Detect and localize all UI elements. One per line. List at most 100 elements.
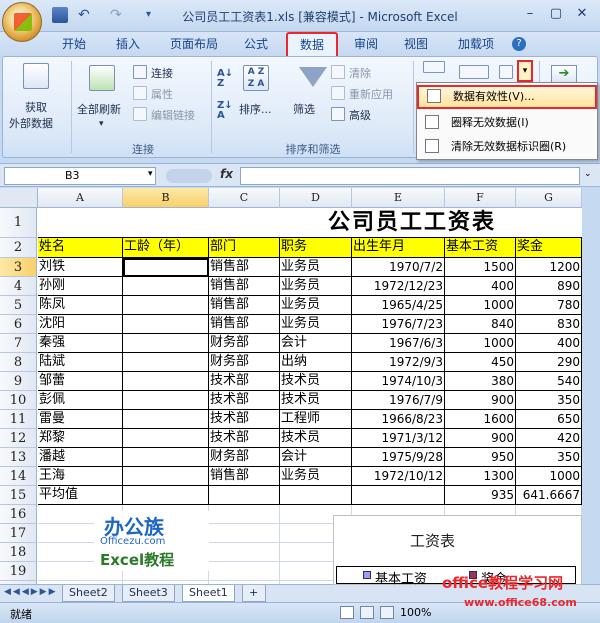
table-cell[interactable]: 技术员 xyxy=(280,372,352,391)
table-cell[interactable]: 刘铁 xyxy=(38,258,123,277)
table-cell[interactable]: 技术部 xyxy=(209,410,280,429)
get-external-data-label-1[interactable]: 获取 xyxy=(25,99,47,115)
table-cell[interactable]: 650 xyxy=(516,410,582,429)
column-header[interactable]: E xyxy=(352,188,445,208)
table-cell[interactable]: 1972/12/23 xyxy=(352,277,445,296)
row-header[interactable]: 13 xyxy=(0,448,37,467)
table-cell[interactable]: 1965/4/25 xyxy=(352,296,445,315)
table-cell[interactable]: 1971/3/12 xyxy=(352,429,445,448)
table-cell[interactable]: 420 xyxy=(516,429,582,448)
office-button[interactable] xyxy=(2,2,42,42)
table-cell[interactable]: 出纳 xyxy=(280,353,352,372)
table-cell[interactable]: 孙刚 xyxy=(38,277,123,296)
advanced-button[interactable]: 高级 xyxy=(349,107,371,123)
table-cell[interactable]: 职务 xyxy=(280,238,352,258)
tab-review[interactable]: 审阅 xyxy=(348,35,384,56)
table-cell[interactable]: 业务员 xyxy=(280,277,352,296)
menu-item-clear-circles[interactable]: 清除无效数据标识圈(R) xyxy=(417,135,597,159)
text-to-columns-icon[interactable] xyxy=(423,61,445,73)
tab-insert[interactable]: 插入 xyxy=(110,35,146,56)
table-cell[interactable]: 350 xyxy=(516,448,582,467)
maximize-icon[interactable]: ▢ xyxy=(544,4,568,24)
table-cell[interactable]: 销售部 xyxy=(209,467,280,486)
table-cell[interactable]: 1970/7/2 xyxy=(352,258,445,277)
table-cell[interactable]: 陆斌 xyxy=(38,353,123,372)
insert-function-icon[interactable]: fx xyxy=(220,167,233,181)
table-cell[interactable]: 会计 xyxy=(280,334,352,353)
table-cell[interactable]: 1974/10/3 xyxy=(352,372,445,391)
table-cell[interactable]: 935 xyxy=(445,486,516,505)
table-cell[interactable]: 380 xyxy=(445,372,516,391)
get-external-data-label-2[interactable]: 外部数据 xyxy=(9,115,53,131)
sheet-tab-sheet3[interactable]: Sheet3 xyxy=(122,585,175,602)
column-header[interactable]: G xyxy=(516,188,582,208)
row-header[interactable]: 9 xyxy=(0,372,37,391)
table-cell[interactable]: 830 xyxy=(516,315,582,334)
table-cell[interactable] xyxy=(280,486,352,505)
table-cell[interactable]: 1200 xyxy=(516,258,582,277)
table-cell[interactable]: 技术部 xyxy=(209,372,280,391)
table-cell[interactable]: 技术员 xyxy=(280,391,352,410)
column-header[interactable]: A xyxy=(38,188,123,208)
table-cell[interactable]: 基本工资 xyxy=(445,238,516,258)
table-cell[interactable]: 销售部 xyxy=(209,258,280,277)
table-cell[interactable]: 业务员 xyxy=(280,467,352,486)
properties-button[interactable]: 属性 xyxy=(151,86,173,102)
sheet-tab-sheet2[interactable]: Sheet2 xyxy=(62,585,115,602)
table-cell[interactable]: 1967/6/3 xyxy=(352,334,445,353)
sort-za-icon[interactable]: Z↓ A xyxy=(217,101,233,121)
column-header[interactable]: C xyxy=(209,188,280,208)
name-box[interactable]: B3 xyxy=(4,167,156,185)
edit-links-button[interactable]: 编辑链接 xyxy=(151,107,195,123)
table-cell[interactable] xyxy=(123,334,209,353)
table-cell[interactable]: 财务部 xyxy=(209,334,280,353)
row-header[interactable]: 6 xyxy=(0,315,37,334)
reapply-button[interactable]: 重新应用 xyxy=(349,86,393,102)
row-header[interactable]: 3 xyxy=(0,258,37,277)
table-cell[interactable]: 1600 xyxy=(445,410,516,429)
row-header[interactable]: 11 xyxy=(0,410,37,429)
table-cell[interactable] xyxy=(352,486,445,505)
sheet-nav-icons[interactable]: ◀◀◀▶▶▶ xyxy=(4,587,58,597)
connections-button[interactable]: 连接 xyxy=(151,65,173,81)
row-header[interactable]: 5 xyxy=(0,296,37,315)
normal-view-icon[interactable] xyxy=(340,606,354,619)
table-cell[interactable]: 890 xyxy=(516,277,582,296)
table-cell[interactable] xyxy=(209,524,280,543)
table-cell[interactable]: 业务员 xyxy=(280,258,352,277)
close-icon[interactable]: ✕ xyxy=(570,4,594,24)
refresh-dropdown-icon[interactable]: ▾ xyxy=(99,119,104,129)
table-cell[interactable] xyxy=(123,296,209,315)
table-cell[interactable]: 销售部 xyxy=(209,296,280,315)
clear-button[interactable]: 清除 xyxy=(349,65,371,81)
save-icon[interactable] xyxy=(52,7,68,23)
table-cell[interactable]: 350 xyxy=(516,391,582,410)
tab-view[interactable]: 视图 xyxy=(398,35,434,56)
table-cell[interactable]: 潘越 xyxy=(38,448,123,467)
table-cell[interactable]: 奖金 xyxy=(516,238,582,258)
table-cell[interactable]: 财务部 xyxy=(209,448,280,467)
name-box-dropdown-icon[interactable]: ▾ xyxy=(148,169,153,179)
column-header[interactable]: F xyxy=(445,188,516,208)
table-cell[interactable]: 1972/10/12 xyxy=(352,467,445,486)
data-validation-icon[interactable] xyxy=(499,65,513,79)
table-cell[interactable] xyxy=(123,429,209,448)
table-cell[interactable]: 彭佩 xyxy=(38,391,123,410)
row-header[interactable]: 1 xyxy=(0,208,37,238)
table-cell[interactable]: 业务员 xyxy=(280,315,352,334)
table-cell[interactable]: 雷曼 xyxy=(38,410,123,429)
data-validation-dropdown-icon[interactable]: ▾ xyxy=(517,60,533,82)
tab-data[interactable]: 数据 xyxy=(286,32,338,58)
table-cell[interactable] xyxy=(123,315,209,334)
table-cell[interactable]: 641.6667 xyxy=(516,486,582,505)
row-header[interactable]: 12 xyxy=(0,429,37,448)
table-cell[interactable]: 900 xyxy=(445,391,516,410)
table-cell[interactable]: 1000 xyxy=(445,296,516,315)
sort-az-icon[interactable]: A↓ Z xyxy=(217,69,233,89)
table-cell[interactable]: 400 xyxy=(445,277,516,296)
table-cell[interactable]: 1976/7/9 xyxy=(352,391,445,410)
table-cell[interactable]: 姓名 xyxy=(38,238,123,258)
table-cell[interactable]: 1972/9/3 xyxy=(352,353,445,372)
table-cell[interactable]: 邹蕾 xyxy=(38,372,123,391)
column-header[interactable]: B xyxy=(123,188,209,208)
